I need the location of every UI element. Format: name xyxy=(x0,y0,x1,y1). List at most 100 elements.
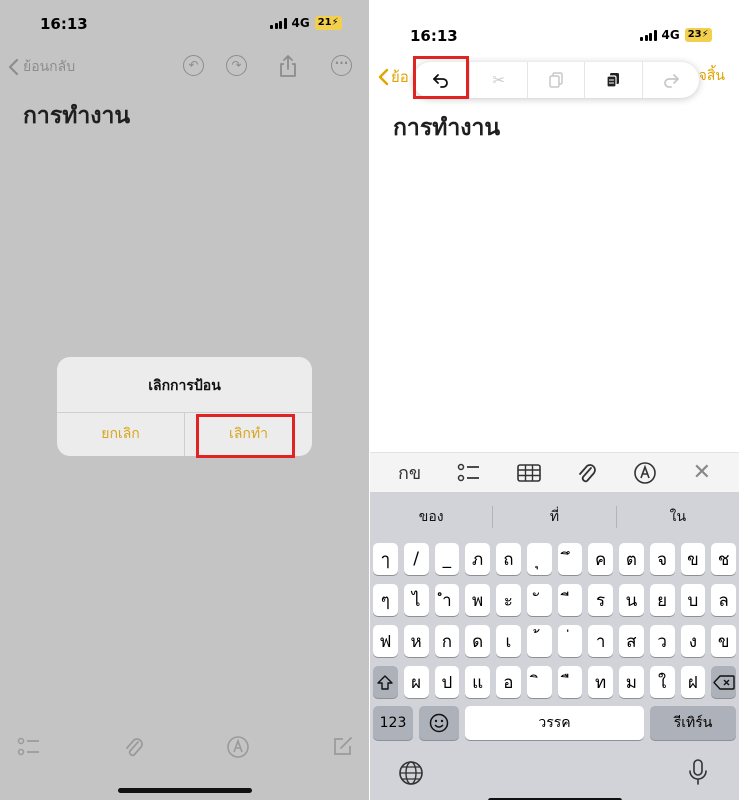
key[interactable]: ย xyxy=(649,584,675,616)
markup-icon[interactable] xyxy=(226,735,250,763)
key[interactable]: ท xyxy=(588,666,613,698)
key[interactable]: ล xyxy=(711,584,736,616)
back-label: ย้อ xyxy=(391,68,409,86)
key[interactable]: แ xyxy=(465,666,490,698)
key[interactable]: บ xyxy=(680,584,706,616)
redo-icon[interactable]: ↷ xyxy=(226,55,247,76)
key-row-4: ผ ป แ อ ิ ื ท ม ใ ฝ xyxy=(373,666,736,698)
done-button[interactable]: จสิ้น xyxy=(699,65,725,87)
checklist-icon[interactable] xyxy=(17,736,41,762)
cancel-button[interactable]: ยกเลิก xyxy=(57,413,184,456)
key[interactable]: ห xyxy=(403,625,429,657)
format-toolbar: กข ✕ xyxy=(370,452,739,492)
more-icon[interactable]: ··· xyxy=(331,55,352,76)
status-indicators: 4G 23⚡ xyxy=(640,28,712,42)
prediction-item[interactable]: ที่ xyxy=(493,506,615,528)
back-button[interactable]: ย้อ xyxy=(378,65,409,89)
key[interactable]: ้ xyxy=(526,625,552,657)
emoji-icon xyxy=(429,713,449,733)
attachment-icon[interactable] xyxy=(577,460,597,486)
numbers-key[interactable]: 123 xyxy=(373,706,413,740)
home-indicator xyxy=(118,788,252,793)
key[interactable]: ต xyxy=(619,543,644,575)
key[interactable]: ฝ xyxy=(680,666,706,698)
key-row-3: ฟ ห ก ด เ ้ ่ า ส ว ง ข xyxy=(373,625,736,657)
highlight-box xyxy=(196,414,295,458)
key[interactable]: ว xyxy=(649,625,675,657)
shift-key[interactable] xyxy=(373,666,398,698)
key[interactable]: / xyxy=(403,543,429,575)
key[interactable]: ุ xyxy=(526,543,552,575)
note-title: การทำงาน xyxy=(23,103,131,129)
battery-level: 23⚡ xyxy=(684,28,712,42)
key[interactable]: จ xyxy=(649,543,675,575)
key[interactable]: ส xyxy=(619,625,644,657)
key[interactable]: ิ xyxy=(526,666,552,698)
key[interactable]: ช xyxy=(711,543,736,575)
table-icon[interactable] xyxy=(517,463,541,482)
key[interactable]: ม xyxy=(619,666,644,698)
note-toolbar: ย้อนกลับ ↶ ↷ ··· xyxy=(8,54,357,78)
return-key[interactable]: รีเทิร์น xyxy=(650,706,736,740)
network-type: 4G xyxy=(661,28,680,42)
prediction-bar: ของ ที่ ใน xyxy=(370,498,739,536)
status-indicators: 4G 21⚡ xyxy=(270,16,342,30)
key[interactable]: ๆ xyxy=(373,584,398,616)
globe-icon[interactable] xyxy=(398,760,424,790)
prediction-item[interactable]: ใน xyxy=(617,506,739,528)
chevron-left-icon xyxy=(8,58,19,76)
markup-icon[interactable] xyxy=(633,461,657,485)
key[interactable]: ถ xyxy=(496,543,521,575)
emoji-key[interactable] xyxy=(419,706,459,740)
key[interactable]: ก xyxy=(434,625,460,657)
keyboard: ของ ที่ ใน ๅ / _ ภ ถ ุ ึ ค ต จ ข ช ๆ ไ ำ… xyxy=(370,492,739,800)
checklist-icon[interactable] xyxy=(457,462,481,484)
key[interactable]: อ xyxy=(496,666,521,698)
copy-icon[interactable] xyxy=(528,62,584,98)
key[interactable]: ึ xyxy=(557,543,583,575)
key[interactable]: ื xyxy=(557,666,583,698)
key[interactable]: เ xyxy=(496,625,521,657)
key[interactable]: ำ xyxy=(434,584,460,616)
space-key[interactable]: วรรค xyxy=(465,706,644,740)
key[interactable]: ่ xyxy=(557,625,583,657)
key[interactable]: ร xyxy=(588,584,613,616)
key[interactable]: ข xyxy=(711,625,736,657)
redo-icon[interactable] xyxy=(643,62,699,98)
share-icon[interactable] xyxy=(278,54,298,82)
key[interactable]: ข xyxy=(680,543,706,575)
key[interactable]: ๅ xyxy=(373,543,398,575)
key[interactable]: ใ xyxy=(649,666,675,698)
key[interactable]: ี xyxy=(557,584,583,616)
prediction-item[interactable]: ของ xyxy=(370,506,492,528)
key[interactable]: _ xyxy=(434,543,460,575)
compose-icon[interactable] xyxy=(332,735,354,761)
key[interactable]: ด xyxy=(465,625,490,657)
key[interactable]: า xyxy=(588,625,613,657)
key[interactable]: ะ xyxy=(496,584,521,616)
attachment-icon[interactable] xyxy=(124,734,144,764)
microphone-icon[interactable] xyxy=(688,758,708,790)
battery-level: 21⚡ xyxy=(314,16,342,30)
key[interactable]: น xyxy=(619,584,644,616)
key[interactable]: ั xyxy=(526,584,552,616)
back-button[interactable]: ย้อนกลับ xyxy=(8,56,75,78)
text-style-button[interactable]: กข xyxy=(398,458,421,487)
signal-icon xyxy=(640,29,657,41)
key[interactable]: ป xyxy=(434,666,460,698)
backspace-key[interactable] xyxy=(711,666,736,698)
key[interactable]: ง xyxy=(680,625,706,657)
key[interactable]: ค xyxy=(588,543,613,575)
key[interactable]: พ xyxy=(465,584,490,616)
paste-icon[interactable] xyxy=(585,62,641,98)
backspace-icon xyxy=(712,674,735,690)
key[interactable]: ผ xyxy=(403,666,429,698)
cut-icon[interactable]: ✂ xyxy=(470,62,526,98)
key[interactable]: ไ xyxy=(403,584,429,616)
key-row-5: 123 วรรค รีเทิร์น xyxy=(373,706,736,740)
key[interactable]: ฟ xyxy=(373,625,398,657)
undo-icon[interactable]: ↶ xyxy=(183,55,204,76)
key[interactable]: ภ xyxy=(465,543,490,575)
close-icon[interactable]: ✕ xyxy=(693,460,711,485)
alert-title: เลิกการป้อน xyxy=(148,378,221,394)
